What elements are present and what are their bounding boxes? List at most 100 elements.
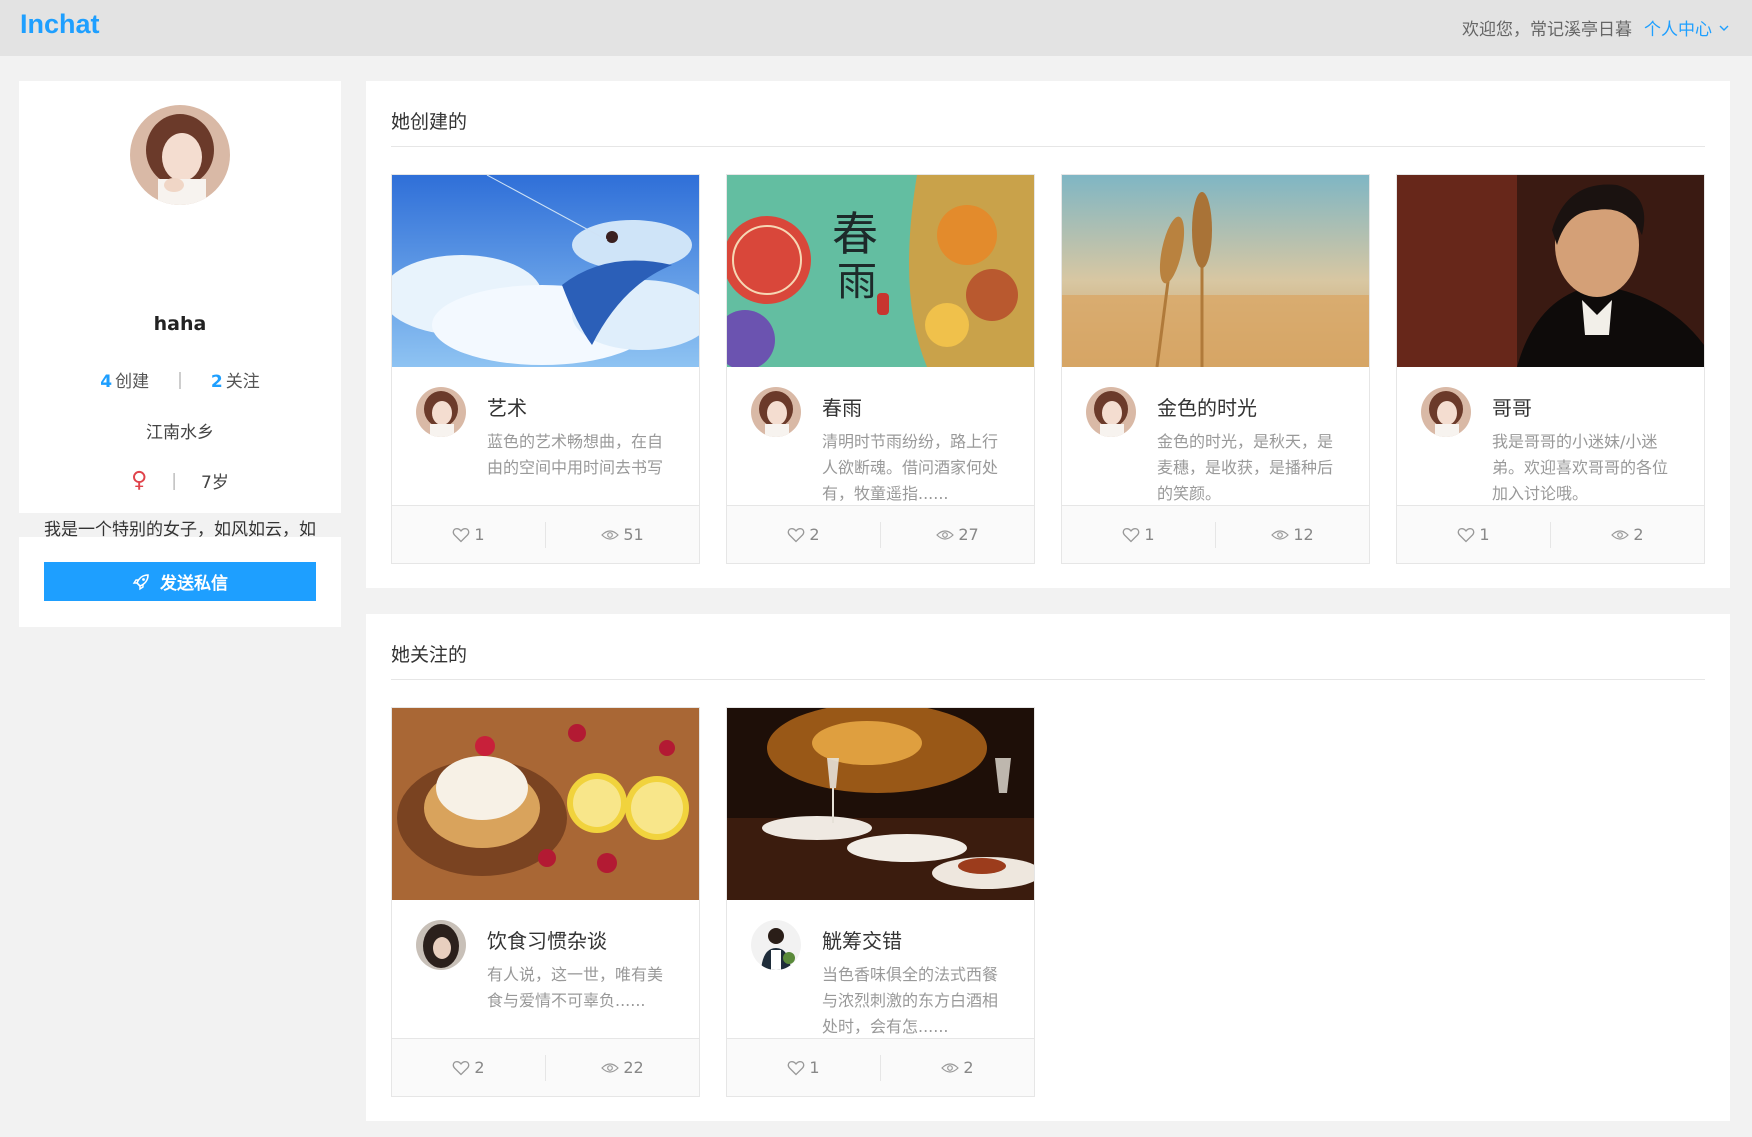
eye-icon (1611, 529, 1630, 540)
heart-icon (788, 1060, 805, 1075)
card-footer: 1 51 (392, 505, 699, 563)
card-image-lemon-tart (392, 708, 699, 900)
view-count: 2 (1633, 525, 1644, 544)
view-count: 2 (963, 1058, 974, 1077)
topic-card[interactable]: 觥筹交错 当色香味俱全的法式西餐与浓烈刺激的东方白酒相处时，会有怎...... … (726, 707, 1035, 1097)
like-count: 1 (809, 1058, 820, 1077)
user-center-menu[interactable]: 个人中心 (1644, 15, 1730, 40)
card-title[interactable]: 春雨 (822, 392, 862, 421)
view-stat: 2 (1551, 525, 1704, 544)
female-icon: ♀ (131, 468, 148, 493)
card-author-avatar[interactable] (751, 387, 801, 437)
eye-icon (941, 1062, 960, 1073)
user-center-label: 个人中心 (1644, 20, 1712, 40)
card-description: 蓝色的艺术畅想曲，在自由的空间中用时间去书写 (487, 432, 664, 477)
eye-icon (601, 529, 620, 540)
card-footer: 2 27 (727, 505, 1034, 563)
header-user-area: 欢迎您，常记溪亭日暮 个人中心 (1462, 15, 1730, 40)
profile-hometown: 江南水乡 (146, 423, 214, 443)
like-count: 1 (1479, 525, 1490, 544)
chevron-down-icon (1719, 25, 1729, 31)
created-count: 4 (100, 372, 113, 392)
following-label: 关注 (225, 372, 260, 392)
welcome-text: 欢迎您，常记溪亭日暮 (1462, 20, 1632, 40)
card-image-portrait (1397, 175, 1704, 367)
card-title[interactable]: 艺术 (487, 392, 527, 421)
eye-icon (936, 529, 955, 540)
profile-username: haha (153, 313, 207, 335)
card-footer: 2 22 (392, 1038, 699, 1096)
app-logo[interactable]: Inchat (20, 9, 100, 40)
profile-stats: 4 创建 | 2 关注 (19, 367, 341, 393)
heart-icon (1458, 527, 1475, 542)
section-divider (391, 146, 1705, 147)
card-image-spring-rain: 春 雨 (727, 175, 1034, 367)
created-label: 创建 (115, 372, 150, 392)
card-description: 金色的时光，是秋天，是麦穗，是收获，是播种后的笑颜。 (1157, 432, 1334, 503)
like-stat[interactable]: 2 (727, 525, 880, 544)
view-count: 27 (958, 525, 979, 544)
view-stat: 51 (546, 525, 699, 544)
send-message-button[interactable]: 发送私信 (44, 562, 316, 601)
view-count: 51 (623, 525, 644, 544)
card-title[interactable]: 哥哥 (1492, 392, 1532, 421)
topic-card[interactable]: 金色的时光 金色的时光，是秋天，是麦穗，是收获，是播种后的笑颜。 1 12 (1061, 174, 1370, 564)
card-footer: 1 2 (1397, 505, 1704, 563)
heart-icon (453, 1060, 470, 1075)
heart-icon (453, 527, 470, 542)
profile-gender-age: ♀ | 7岁 (19, 468, 341, 493)
card-description: 清明时节雨纷纷，路上行人欲断魂。借问酒家何处有，牧童遥指...... (822, 432, 999, 503)
eye-icon (601, 1062, 620, 1073)
view-stat: 2 (881, 1058, 1034, 1077)
view-count: 12 (1293, 525, 1314, 544)
view-stat: 27 (881, 525, 1034, 544)
card-author-avatar[interactable] (1086, 387, 1136, 437)
heart-icon (788, 527, 805, 542)
card-author-avatar[interactable] (751, 920, 801, 970)
view-count: 22 (623, 1058, 644, 1077)
like-stat[interactable]: 2 (392, 1058, 545, 1077)
card-image-restaurant (727, 708, 1034, 900)
like-stat[interactable]: 1 (727, 1058, 880, 1077)
card-footer: 1 12 (1062, 505, 1369, 563)
like-stat[interactable]: 1 (1062, 525, 1215, 544)
card-title[interactable]: 觥筹交错 (822, 925, 902, 954)
card-author-avatar[interactable] (416, 920, 466, 970)
topic-card[interactable]: 艺术 蓝色的艺术畅想曲，在自由的空间中用时间去书写 1 51 (391, 174, 700, 564)
section-title-created: 她创建的 (391, 111, 468, 133)
rocket-icon (132, 573, 149, 590)
like-stat[interactable]: 1 (392, 525, 545, 544)
message-card: 发送私信 (19, 537, 341, 627)
avatar (130, 105, 230, 205)
card-footer: 1 2 (727, 1038, 1034, 1096)
card-author-avatar[interactable] (1421, 387, 1471, 437)
card-author-avatar[interactable] (416, 387, 466, 437)
card-image-wheat (1062, 175, 1369, 367)
profile-age: 7岁 (201, 473, 229, 493)
section-divider (391, 679, 1705, 680)
like-count: 2 (474, 1058, 485, 1077)
like-count: 2 (809, 525, 820, 544)
following-count: 2 (210, 372, 223, 392)
card-description: 我是哥哥的小迷妹/小迷弟。欢迎喜欢哥哥的各位加入讨论哦。 (1492, 432, 1669, 503)
like-count: 1 (474, 525, 485, 544)
send-message-label: 发送私信 (160, 574, 228, 594)
topic-card[interactable]: 哥哥 我是哥哥的小迷妹/小迷弟。欢迎喜欢哥哥的各位加入讨论哦。 1 2 (1396, 174, 1705, 564)
svg-text:雨: 雨 (837, 259, 877, 305)
created-stat[interactable]: 4 创建 (100, 367, 149, 392)
card-description: 有人说，这一世，唯有美食与爱情不可辜负...... (487, 965, 664, 1010)
stats-divider: | (177, 369, 183, 390)
card-title[interactable]: 饮食习惯杂谈 (487, 925, 607, 954)
card-title[interactable]: 金色的时光 (1157, 392, 1257, 421)
following-stat[interactable]: 2 关注 (211, 367, 260, 392)
card-image-sky-whale (392, 175, 699, 367)
heart-icon (1123, 527, 1140, 542)
like-stat[interactable]: 1 (1397, 525, 1550, 544)
following-section: 她关注的 饮食习惯杂谈 有人说，这一世，唯有美食与爱情不可辜负...... 2 … (366, 614, 1730, 1121)
profile-card: haha 4 创建 | 2 关注 江南水乡 ♀ | 7岁 我是一个特别的女子，如风如… (19, 81, 341, 566)
topic-card[interactable]: 饮食习惯杂谈 有人说，这一世，唯有美食与爱情不可辜负...... 2 22 (391, 707, 700, 1097)
card-description: 当色香味俱全的法式西餐与浓烈刺激的东方白酒相处时，会有怎...... (822, 965, 999, 1036)
section-title-following: 她关注的 (391, 644, 468, 666)
topic-card[interactable]: 春 雨 春雨 清明时节雨纷纷，路上行人欲断魂。借问酒家何处有，牧童遥指.....… (726, 174, 1035, 564)
top-header: Inchat 欢迎您，常记溪亭日暮 个人中心 (0, 0, 1752, 56)
